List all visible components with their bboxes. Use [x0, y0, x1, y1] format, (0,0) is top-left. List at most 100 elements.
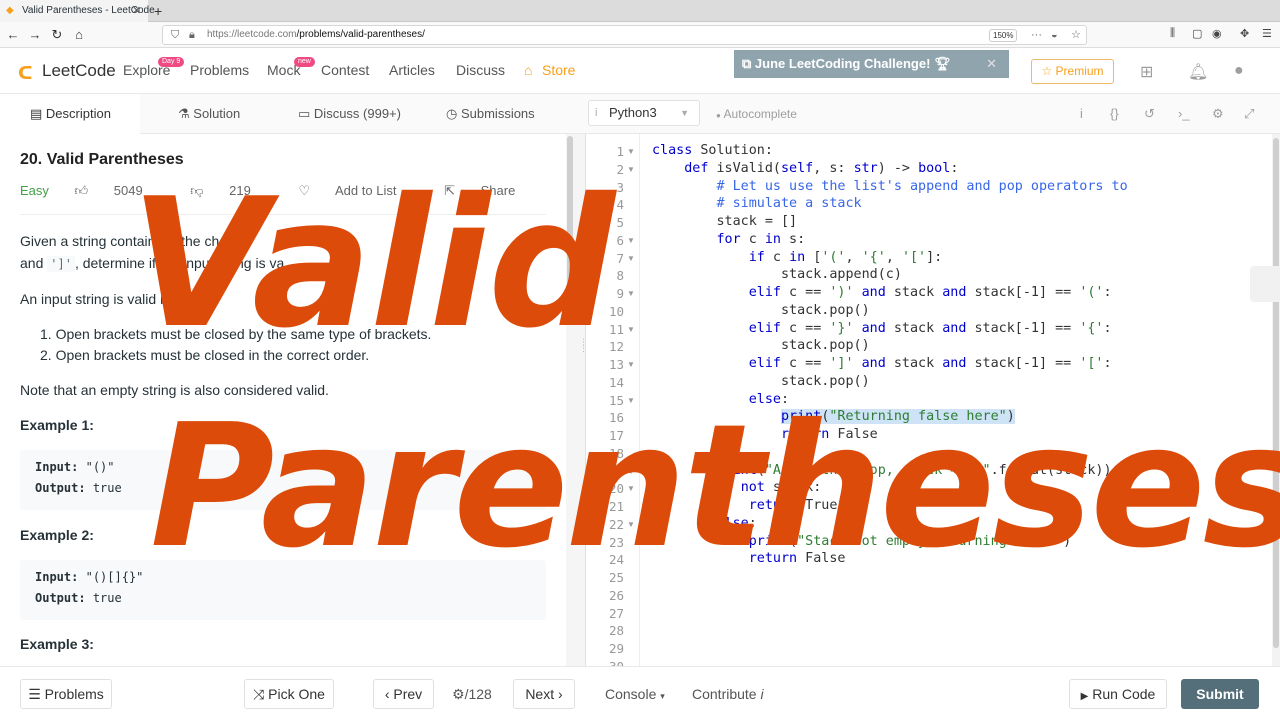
terminal-icon[interactable]: ›_: [1178, 106, 1190, 121]
pick-one-button[interactable]: ⤨ Pick One: [244, 679, 334, 709]
tab-discuss[interactable]: ▭ Discuss (999+): [298, 94, 401, 134]
output-label: Output:: [35, 481, 86, 495]
clock-icon: ◷: [446, 106, 458, 121]
store-icon[interactable]: ⌂: [524, 62, 532, 78]
lock-icon[interactable]: 🔒︎: [189, 26, 195, 44]
pick-one-label: Pick One: [268, 686, 325, 702]
forward-icon[interactable]: →: [26, 26, 44, 44]
code-line[interactable]: stack.pop(): [652, 374, 870, 389]
fold-arrow-icon[interactable]: ▼: [627, 147, 635, 156]
overlay-title-line-1: Valid: [130, 160, 615, 367]
fullscreen-icon[interactable]: ⤢: [1244, 106, 1254, 122]
code-line[interactable]: stack = []: [652, 214, 797, 229]
contribute-label: Contribute: [692, 686, 757, 702]
premium-button[interactable]: ☆ Premium: [1031, 59, 1114, 84]
nav-discuss[interactable]: Discuss: [456, 62, 505, 78]
reset-icon[interactable]: ↺: [1144, 106, 1155, 122]
braces-icon[interactable]: {}: [1110, 106, 1119, 121]
challenge-banner[interactable]: ⧉ June LeetCoding Challenge! 🏆︎ ✕: [734, 50, 1009, 78]
menu-icon[interactable]: ☰: [1262, 27, 1272, 40]
leetcode-logo[interactable]: ᑕ LeetCode: [18, 59, 116, 83]
language-select[interactable]: i Python3 ▼: [588, 100, 700, 126]
flask-icon: ⚗: [178, 106, 190, 121]
prev-label: Prev: [393, 686, 423, 702]
prev-button[interactable]: ‹ Prev: [373, 679, 434, 709]
zoom-level[interactable]: 150%: [989, 29, 1018, 42]
playground-icon[interactable]: ⊞: [1140, 62, 1153, 82]
nav-problems[interactable]: Problems: [190, 62, 249, 78]
pocket-icon[interactable]: ◒: [1051, 26, 1058, 44]
code-line[interactable]: # simulate a stack: [652, 196, 861, 211]
leetcode-favicon-icon: ◆: [6, 5, 14, 16]
extension-icon[interactable]: ✥: [1240, 27, 1249, 40]
nav-articles[interactable]: Articles: [389, 62, 435, 78]
nav-contest[interactable]: Contest: [321, 62, 369, 78]
counter-text: /128: [464, 686, 492, 702]
fold-arrow-icon[interactable]: ▼: [627, 325, 635, 334]
close-banner-icon[interactable]: ✕: [986, 50, 997, 78]
line-number: 1: [616, 144, 624, 159]
code-line[interactable]: elif c == ')' and stack and stack[-1] ==…: [652, 285, 1112, 300]
close-tab-icon[interactable]: ✕: [132, 0, 141, 22]
run-code-button[interactable]: ▶ Run Code: [1069, 679, 1167, 709]
code-line[interactable]: if c in ['(', '{', '[']:: [652, 250, 943, 265]
side-panel-tab[interactable]: [1250, 266, 1280, 302]
thumbs-up-icon: 👍︎: [74, 183, 89, 198]
tab-submissions[interactable]: ◷ Submissions: [446, 94, 535, 134]
fold-arrow-icon[interactable]: ▼: [627, 289, 635, 298]
line-number: 30: [586, 659, 624, 666]
next-label: Next: [525, 686, 555, 702]
line-number: 26: [608, 587, 624, 603]
example-3-heading: Example 3:: [20, 636, 94, 652]
play-icon: ▶: [1080, 691, 1089, 702]
example-1-output: true: [92, 481, 122, 495]
code-line[interactable]: class Solution:: [652, 143, 773, 158]
home-icon[interactable]: ⌂: [70, 26, 88, 44]
fold-arrow-icon[interactable]: ▼: [627, 254, 635, 263]
contribute-button[interactable]: Contribute i: [692, 679, 764, 709]
console-label: Console: [605, 686, 657, 702]
notification-bell-icon[interactable]: 🔔︎: [1188, 62, 1208, 82]
back-icon[interactable]: ←: [4, 26, 22, 44]
account-icon[interactable]: ◉: [1212, 27, 1222, 40]
problem-counter[interactable]: ⚙/128: [452, 679, 492, 709]
bookmark-star-icon[interactable]: ☆: [1071, 26, 1081, 44]
fold-arrow-icon[interactable]: ▼: [627, 236, 635, 245]
tab-solution[interactable]: ⚗ Solution: [178, 94, 240, 134]
fold-arrow-icon[interactable]: ▼: [627, 165, 635, 174]
submit-button[interactable]: Submit: [1181, 679, 1259, 709]
code-line[interactable]: stack.pop(): [652, 338, 870, 353]
new-tab-button[interactable]: +: [154, 0, 162, 22]
url-bar[interactable]: ⛉ 🔒︎ https://leetcode.com/problems/valid…: [162, 25, 1087, 45]
next-button[interactable]: Next ›: [513, 679, 575, 709]
settings-gear-icon[interactable]: ⚙: [1212, 106, 1224, 122]
browser-tab[interactable]: ◆ Valid Parentheses - LeetCode ✕: [0, 0, 155, 22]
sidebar-icon[interactable]: ▢: [1192, 27, 1202, 40]
autocomplete-label: Autocomplete: [723, 107, 797, 121]
code-line[interactable]: for c in s:: [652, 232, 806, 247]
nav-store[interactable]: Store: [542, 62, 575, 78]
code-line[interactable]: # Let us use the list's append and pop o…: [652, 179, 1127, 194]
console-toggle[interactable]: Console ▾: [605, 679, 665, 711]
premium-label: Premium: [1055, 64, 1104, 78]
info-icon[interactable]: i: [1080, 106, 1083, 121]
fold-arrow-icon[interactable]: ▼: [627, 360, 635, 369]
shield-icon[interactable]: ⛉: [171, 26, 179, 44]
tab-description[interactable]: ▤ Description: [0, 94, 140, 134]
library-icon[interactable]: ⫼: [1170, 27, 1175, 40]
code-line[interactable]: def isValid(self, s: str) -> bool:: [652, 161, 958, 176]
autocomplete-toggle[interactable]: ● Autocomplete: [716, 94, 797, 136]
code-line[interactable]: stack.append(c): [652, 267, 902, 282]
challenge-logo-icon: ⧉: [742, 56, 752, 71]
leetcode-logo-icon: ᑕ: [18, 63, 33, 83]
code-line[interactable]: stack.pop(): [652, 303, 870, 318]
page-actions-icon[interactable]: ···: [1031, 26, 1042, 44]
user-avatar-icon[interactable]: ●: [1234, 62, 1244, 80]
tab-solution-label: Solution: [193, 106, 241, 121]
problems-list-button[interactable]: ☰ Problems: [20, 679, 112, 709]
reload-icon[interactable]: ↻: [48, 26, 66, 44]
code-line[interactable]: elif c == '}' and stack and stack[-1] ==…: [652, 321, 1112, 336]
panel-tabs: ▤ Description ⚗ Solution ▭ Discuss (999+…: [0, 94, 1280, 134]
problems-label: Problems: [44, 686, 104, 702]
code-line[interactable]: elif c == ']' and stack and stack[-1] ==…: [652, 356, 1112, 371]
